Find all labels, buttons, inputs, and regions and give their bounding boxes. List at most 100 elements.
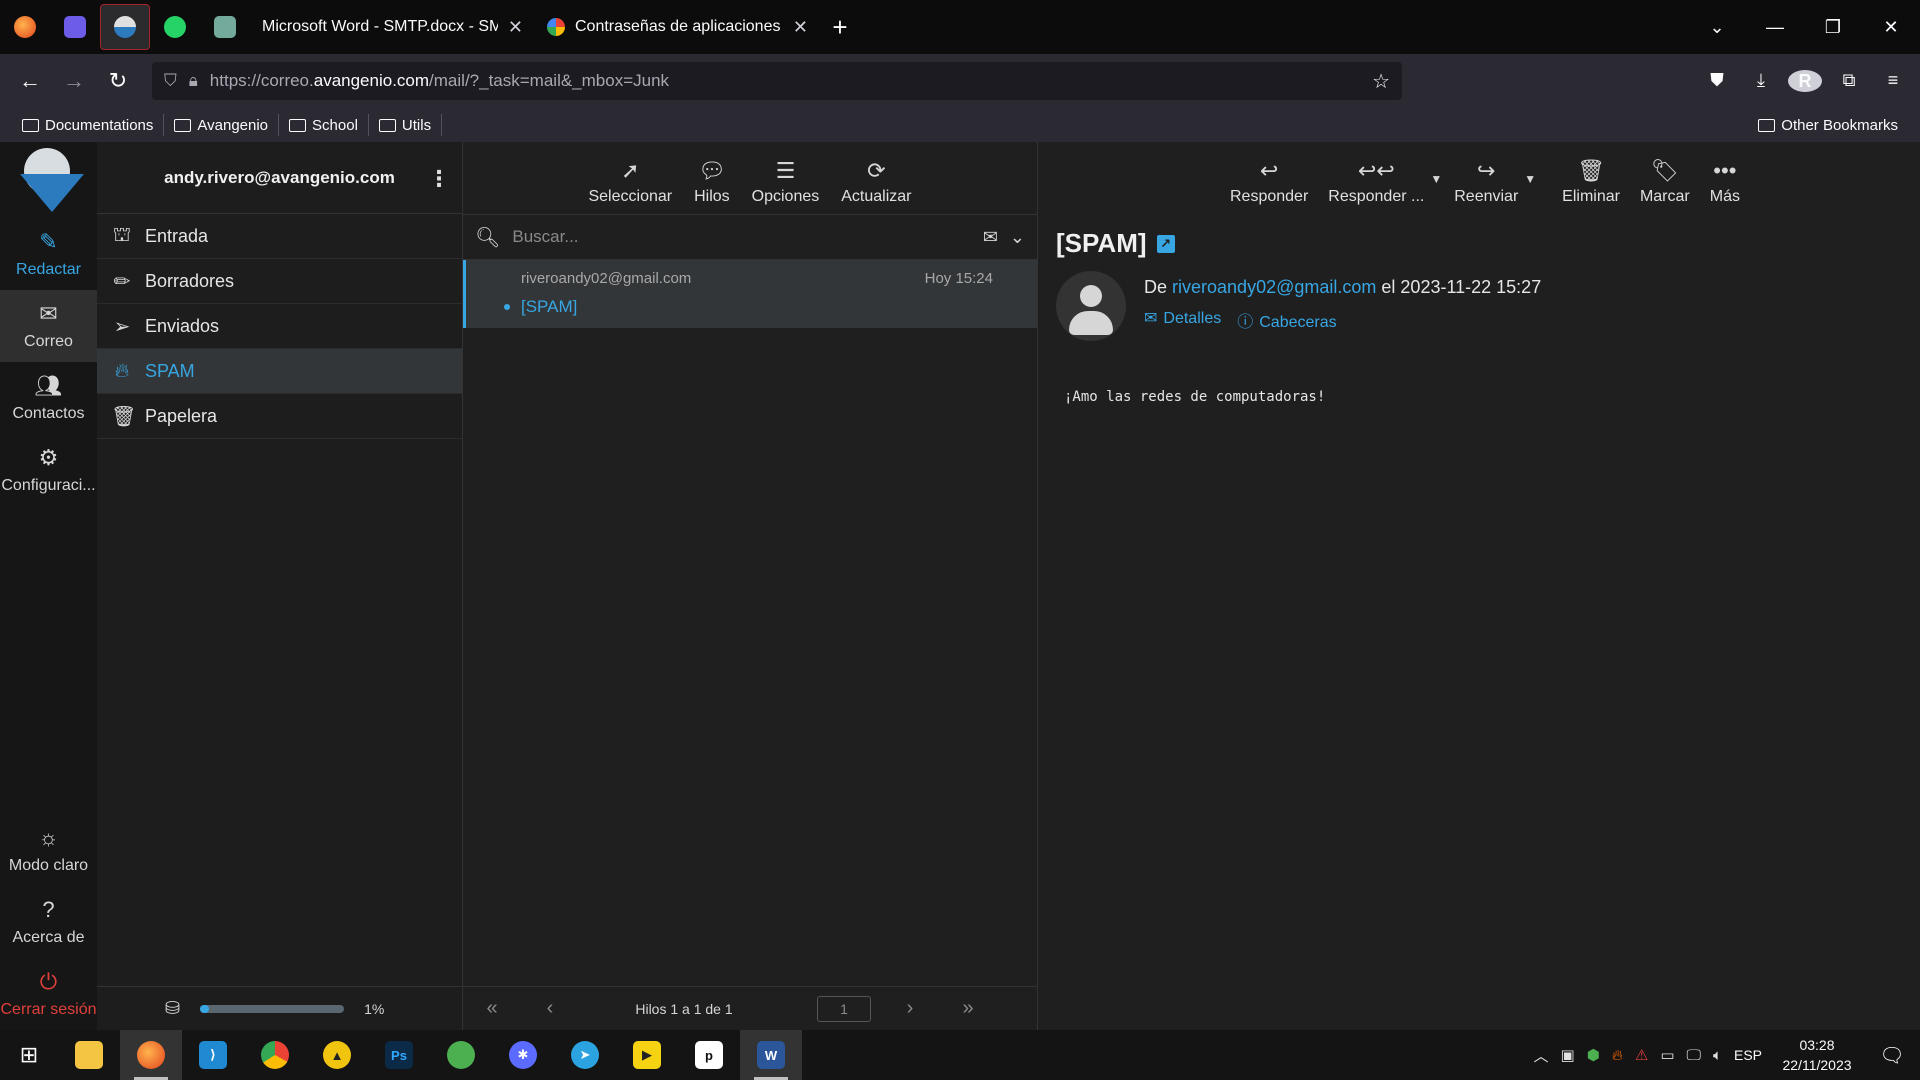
menu-icon[interactable]: ≡ xyxy=(1876,70,1910,92)
bookmark-folder-documentations[interactable]: Documentations xyxy=(12,114,165,136)
clock-time: 03:28 xyxy=(1799,1037,1835,1053)
open-in-new-window-icon[interactable]: ↗ xyxy=(1156,234,1175,253)
about-button[interactable]: ? Acerca de xyxy=(0,886,97,958)
close-tab-icon[interactable]: ✕ xyxy=(508,17,523,38)
taskbar-app-triangle[interactable]: ▲ xyxy=(306,1030,368,1080)
bookmark-star-icon[interactable]: ☆ xyxy=(1372,69,1390,94)
search-scope-envelope-icon[interactable]: ✉ xyxy=(983,227,998,248)
profile-icon[interactable]: R xyxy=(1788,70,1822,92)
threads-button[interactable]: 💬︎ Hilos xyxy=(688,158,736,206)
tab-app-passwords[interactable]: Contraseñas de aplicaciones ✕ xyxy=(535,0,820,54)
bookmark-folder-utils[interactable]: Utils xyxy=(369,114,443,136)
taskbar-chrome[interactable] xyxy=(244,1030,306,1080)
network-icon[interactable]: 🖵︎ xyxy=(1687,1047,1701,1064)
taskbar-photoshop[interactable]: Ps xyxy=(368,1030,430,1080)
nav-settings[interactable]: ⚙ Configuraci... xyxy=(0,434,97,506)
restore-icon[interactable]: ❐ xyxy=(1804,17,1862,38)
last-page-icon[interactable]: » xyxy=(939,997,997,1020)
flame-icon[interactable]: 🔥︎ xyxy=(1612,1047,1623,1064)
more-button[interactable]: ••• Más xyxy=(1702,158,1748,206)
page-input[interactable]: 1 xyxy=(817,995,871,1022)
chevron-down-icon[interactable]: ⌄ xyxy=(1010,227,1025,248)
taskbar-leaf-app[interactable] xyxy=(430,1030,492,1080)
logout-button[interactable]: ⏻ Cerrar sesión xyxy=(0,958,97,1030)
new-tab-button[interactable]: + xyxy=(820,12,860,43)
folder-options-icon[interactable]: ⋮ xyxy=(428,166,450,192)
minimize-icon[interactable]: — xyxy=(1746,17,1804,38)
reply-all-button[interactable]: ↩↩ Responder ... xyxy=(1320,158,1432,206)
list-all-tabs-icon[interactable]: ⌄ xyxy=(1688,17,1746,38)
light-mode-button[interactable]: ☼ Modo claro xyxy=(0,814,97,886)
taskbar-telegram[interactable]: ➤ xyxy=(554,1030,616,1080)
nav-mail[interactable]: ✉ Correo xyxy=(0,290,97,362)
folder-inbox[interactable]: ⛫ Entrada xyxy=(97,214,462,259)
clock[interactable]: 03:28 22/11/2023 xyxy=(1774,1035,1860,1075)
forward-button[interactable]: ↪ Reenviar xyxy=(1446,158,1526,206)
shield-icon[interactable]: ⛉ xyxy=(164,71,177,91)
pocket-icon[interactable]: ⛊ xyxy=(1700,70,1734,92)
delete-button[interactable]: 🗑︎ Eliminar xyxy=(1554,158,1628,206)
sender-email-link[interactable]: riveroandy02@gmail.com xyxy=(1172,277,1376,297)
taskbar-p-app[interactable]: p xyxy=(678,1030,740,1080)
taskbar-vscode[interactable]: ⟩ xyxy=(182,1030,244,1080)
mark-button[interactable]: 🏷︎ Marcar xyxy=(1632,158,1698,206)
chatgpt-icon xyxy=(214,16,236,38)
download-icon[interactable]: ⤓ xyxy=(1744,70,1778,92)
lock-icon[interactable]: 🔒︎ xyxy=(189,71,198,91)
camera-icon[interactable]: ▣ xyxy=(1561,1046,1575,1064)
search-input[interactable] xyxy=(512,227,971,247)
pinned-tab-chatgpt[interactable] xyxy=(200,0,250,54)
volume-icon[interactable]: 🔈︎ xyxy=(1713,1047,1722,1064)
reply-options-caret-icon[interactable]: ▼ xyxy=(1430,172,1442,186)
reload-icon[interactable]: ↻ xyxy=(96,68,140,94)
firefox-icon xyxy=(137,1041,165,1069)
shield-app-icon[interactable]: ⬢ xyxy=(1587,1046,1600,1064)
options-button[interactable]: ☰ Opciones xyxy=(746,158,826,206)
windows-start-icon[interactable]: ⊞ xyxy=(0,1042,58,1068)
close-window-icon[interactable]: ✕ xyxy=(1862,17,1920,38)
reply-button[interactable]: ↩ Responder xyxy=(1222,158,1316,206)
refresh-button[interactable]: ⟳ Actualizar xyxy=(835,158,917,206)
taskbar-app-blue[interactable]: ✱ xyxy=(492,1030,554,1080)
pinned-tab-webmail[interactable] xyxy=(100,4,150,50)
select-button[interactable]: ➚ Seleccionar xyxy=(582,158,678,206)
search-icon[interactable]: 🔍︎ xyxy=(475,225,500,250)
nav-contacts[interactable]: 👥︎ Contactos xyxy=(0,362,97,434)
previous-page-icon[interactable]: ‹ xyxy=(521,997,579,1020)
url-bar[interactable]: ⛉ 🔒︎ https://correo.avangenio.com/mail/?… xyxy=(152,62,1402,100)
forward-icon[interactable]: → xyxy=(52,68,96,94)
next-page-icon[interactable]: › xyxy=(881,997,939,1020)
first-page-icon[interactable]: « xyxy=(463,997,521,1020)
notifications-icon[interactable]: 🗨︎ xyxy=(1872,1043,1912,1068)
bookmark-folder-school[interactable]: School xyxy=(279,114,369,136)
folder-drafts[interactable]: ✏ Borradores xyxy=(97,259,462,304)
headers-link[interactable]: ⓘ Cabeceras xyxy=(1237,308,1336,332)
taskbar-player[interactable]: ▶ xyxy=(616,1030,678,1080)
other-bookmarks[interactable]: Other Bookmarks xyxy=(1748,114,1908,136)
taskbar-word[interactable]: W xyxy=(740,1030,802,1080)
bookmark-folder-avangenio[interactable]: Avangenio xyxy=(164,114,280,136)
close-tab-icon[interactable]: ✕ xyxy=(793,17,808,38)
folder-spam[interactable]: 🔥︎ SPAM xyxy=(97,349,462,394)
list-toolbar: ➚ Seleccionar 💬︎ Hilos ☰ Opciones ⟳ Actualiz… xyxy=(463,142,1037,214)
message-row[interactable]: riveroandy02@gmail.com Hoy 15:24 [SPAM] xyxy=(463,260,1037,328)
taskbar-file-explorer[interactable] xyxy=(58,1030,120,1080)
details-link[interactable]: ✉ Detalles xyxy=(1144,308,1221,332)
compose-button[interactable]: ✎ Redactar xyxy=(0,218,97,290)
taskbar-firefox[interactable] xyxy=(120,1030,182,1080)
battery-icon[interactable]: ▭ xyxy=(1660,1046,1674,1064)
app-logo[interactable] xyxy=(14,148,84,218)
folder-sent[interactable]: ➢ Enviados xyxy=(97,304,462,349)
language-indicator[interactable]: ESP xyxy=(1734,1047,1762,1063)
back-icon[interactable]: ← xyxy=(8,68,52,94)
pinned-tab-firefox[interactable] xyxy=(0,0,50,54)
extensions-icon[interactable]: ⧉ xyxy=(1832,70,1866,92)
warning-icon[interactable]: ⚠ xyxy=(1635,1046,1648,1064)
pinned-tab-app[interactable] xyxy=(50,0,100,54)
pinned-tab-whatsapp[interactable] xyxy=(150,0,200,54)
firefox-icon xyxy=(14,16,36,38)
show-hidden-icons-icon[interactable]: ︿ xyxy=(1534,1045,1549,1066)
folder-trash[interactable]: 🗑︎ Papelera xyxy=(97,394,462,439)
forward-options-caret-icon[interactable]: ▼ xyxy=(1524,172,1536,186)
tab-word-document[interactable]: Microsoft Word - SMTP.docx - SMTP ✕ xyxy=(250,0,535,54)
